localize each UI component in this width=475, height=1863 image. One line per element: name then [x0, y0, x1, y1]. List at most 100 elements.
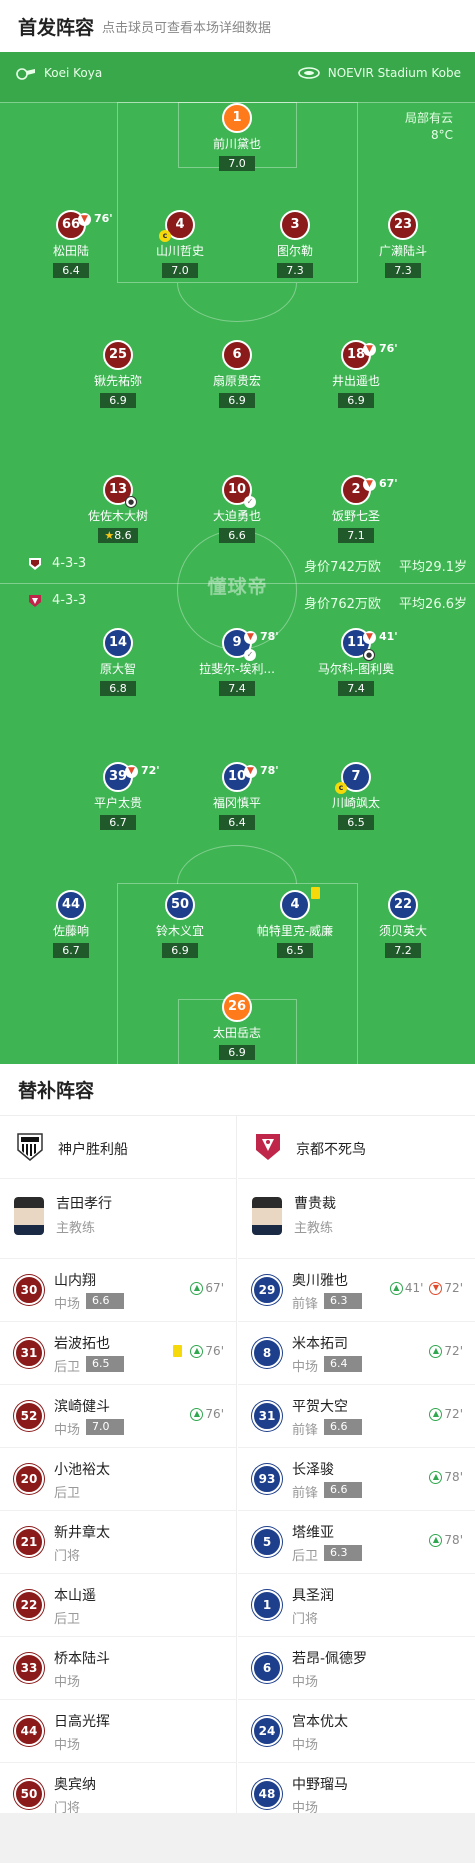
- player-name: 山内翔: [54, 1273, 96, 1289]
- pitch: Koei Koya NOEVIR Stadium Kobe 局部有云 8°C 懂…: [0, 52, 475, 1064]
- stadium-icon: [297, 67, 320, 79]
- player-name: 奥宾纳: [54, 1777, 96, 1793]
- sub-in-icon: ▲: [429, 1533, 443, 1547]
- player-number: 22: [14, 1590, 44, 1620]
- away-player[interactable]: 7 c 川崎飒太 6.5: [301, 762, 411, 830]
- lineup-subtitle: 点击球员可查看本场详细数据: [102, 20, 272, 36]
- home-player[interactable]: 10 ✓ 大迫勇也 6.6: [182, 475, 292, 543]
- player-rating: 6.7: [100, 815, 136, 830]
- sub-out-icon: ▼: [363, 342, 376, 356]
- mvp-star-icon: ★: [104, 529, 115, 542]
- player-number: 9: [232, 635, 242, 650]
- sub-player-row[interactable]: 24 宫本优太 中场: [238, 1700, 475, 1763]
- player-name: 帕特里克-威廉: [256, 924, 334, 938]
- home-player[interactable]: 66 ▼ 76' 松田陆 6.4: [16, 210, 126, 278]
- home-player[interactable]: 18 ▼ 76' 井出遥也 6.9: [301, 340, 411, 408]
- player-number: 50: [165, 890, 195, 920]
- lineup-header: 首发阵容 点击球员可查看本场详细数据: [0, 0, 475, 52]
- home-player[interactable]: 6 扇原贵宏 6.9: [182, 340, 292, 408]
- player-rating: 7.4: [219, 681, 255, 696]
- player-rating: 6.8: [100, 681, 136, 696]
- sub-player-row[interactable]: 30 山内翔 中场 6.6 ▲ 67': [0, 1259, 236, 1322]
- sub-player-row[interactable]: 44 日高光挥 中场: [0, 1700, 236, 1763]
- goal-ball-icon: ●: [363, 649, 375, 661]
- away-player[interactable]: 11 ▼ 41' ● 马尔科-图利奥 7.4: [301, 628, 411, 696]
- player-number: 31: [252, 1401, 282, 1431]
- player-name: 原大智: [99, 662, 136, 676]
- sub-player-row[interactable]: 29 奥川雅也 前锋 6.3 ▲ 41' ▼ 72': [238, 1259, 475, 1322]
- away-player[interactable]: 26 太田岳志 6.9: [182, 992, 292, 1060]
- away-player[interactable]: 10 ▼ 78' 福冈慎平 6.4: [182, 762, 292, 830]
- coach-avatar: [252, 1197, 282, 1235]
- sub-player-row[interactable]: 31 平贺大空 前锋 6.6 ▲ 72': [238, 1385, 475, 1448]
- sub-out-icon: ▼: [244, 630, 257, 644]
- away-player[interactable]: 44 佐藤响 6.7: [16, 890, 126, 958]
- player-rating: 6.4: [219, 815, 255, 830]
- player-number: 24: [252, 1716, 282, 1746]
- sub-player-row[interactable]: 1 具圣润 门将: [238, 1574, 475, 1637]
- event-item: ▲ 78': [429, 1470, 463, 1484]
- event-minute: 72': [444, 1407, 463, 1421]
- sub-player-row[interactable]: 33 桥本陆斗 中场: [0, 1637, 236, 1700]
- player-number: 1: [252, 1590, 282, 1620]
- sub-player-row[interactable]: 8 米本拓司 中场 6.4 ▲ 72': [238, 1322, 475, 1385]
- player-rating: 7.1: [338, 528, 374, 543]
- home-player[interactable]: 1 前川黛也 7.0: [182, 103, 292, 171]
- player-name: 松田陆: [52, 244, 89, 258]
- player-position: 中场: [292, 1675, 319, 1690]
- sub-player-row[interactable]: 6 若昂-佩德罗 中场: [238, 1637, 475, 1700]
- home-player[interactable]: 25 锹先祐弥 6.9: [63, 340, 173, 408]
- home-team-row[interactable]: 神户胜利船: [0, 1116, 236, 1179]
- player-number: 48: [252, 1779, 282, 1809]
- event-item: ▲ 41': [389, 1281, 423, 1295]
- sub-in-icon: ▲: [190, 1407, 204, 1421]
- yellow-card-icon: [311, 887, 320, 899]
- player-events: ▲ 76': [184, 1407, 224, 1421]
- home-team-bar: 4-3-3 身价742万欧 平均29.1岁: [0, 555, 475, 575]
- away-player[interactable]: 14 原大智 6.8: [63, 628, 173, 696]
- sub-out-icon: ▼: [244, 764, 257, 778]
- away-player[interactable]: 22 须贝英大 7.2: [348, 890, 458, 958]
- player-rating: 7.3: [385, 263, 421, 278]
- lineup-title: 首发阵容: [18, 16, 95, 39]
- player-rating: 7.0: [219, 156, 255, 171]
- sub-player-row[interactable]: 5 塔维亚 后卫 6.3 ▲ 78': [238, 1511, 475, 1574]
- player-rating: 6.7: [53, 943, 89, 958]
- referee-name: Koei Koya: [44, 66, 103, 80]
- home-player[interactable]: 23 广濑陆斗 7.3: [348, 210, 458, 278]
- away-player[interactable]: 4 帕特里克-威廉 6.5: [240, 887, 350, 958]
- away-coach-row[interactable]: 曹贵裁 主教练: [238, 1179, 475, 1259]
- sub-out-icon: ▼: [429, 1281, 443, 1295]
- player-events: ▲ 76': [167, 1344, 224, 1358]
- away-player[interactable]: 9 ▼ 78' ✓ 拉斐尔-埃利... 7.4: [182, 628, 292, 696]
- sub-player-row[interactable]: 20 小池裕太 后卫: [0, 1448, 236, 1511]
- sub-player-row[interactable]: 31 岩波拓也 后卫 6.5 ▲ 76': [0, 1322, 236, 1385]
- player-name: 图尔勒: [276, 244, 313, 258]
- temperature: 8°C: [430, 128, 453, 142]
- player-rating: 7.4: [338, 681, 374, 696]
- event-minute: 78': [444, 1533, 463, 1547]
- away-team-row[interactable]: 京都不死鸟: [238, 1116, 475, 1179]
- home-player[interactable]: 2 ▼ 67' 饭野七圣 7.1: [301, 475, 411, 543]
- subs-header: 替补阵容: [0, 1064, 475, 1116]
- away-player[interactable]: 39 ▼ 72' 平户太贵 6.7: [63, 762, 173, 830]
- home-player[interactable]: 4 c 山川哲史 7.0: [125, 210, 235, 278]
- player-events: ▲ 41' ▼ 72': [384, 1281, 463, 1295]
- player-number: 44: [14, 1716, 44, 1746]
- coach-role: 主教练: [294, 1221, 334, 1236]
- away-player[interactable]: 50 铃木义宜 6.9: [125, 890, 235, 958]
- sub-player-row[interactable]: 93 长泽骏 前锋 6.6 ▲ 78': [238, 1448, 475, 1511]
- home-player[interactable]: 13 ● 佐佐木大树 ★8.6: [63, 475, 173, 543]
- home-coach-row[interactable]: 吉田孝行 主教练: [0, 1179, 236, 1259]
- player-name: 井出遥也: [331, 374, 380, 388]
- sub-player-row[interactable]: 52 滨崎健斗 中场 7.0 ▲ 76': [0, 1385, 236, 1448]
- sub-player-row[interactable]: 22 本山遥 后卫: [0, 1574, 236, 1637]
- player-position: 中场: [54, 1297, 81, 1312]
- player-position: 门将: [292, 1612, 319, 1627]
- sub-player-row[interactable]: 21 新井章太 门将: [0, 1511, 236, 1574]
- home-player[interactable]: 3 图尔勒 7.3: [240, 210, 350, 278]
- player-name: 宫本优太: [292, 1714, 348, 1730]
- away-value: 身价762万欧: [304, 597, 381, 612]
- player-position: 前锋: [292, 1423, 319, 1438]
- team-name: 京都不死鸟: [296, 1142, 366, 1158]
